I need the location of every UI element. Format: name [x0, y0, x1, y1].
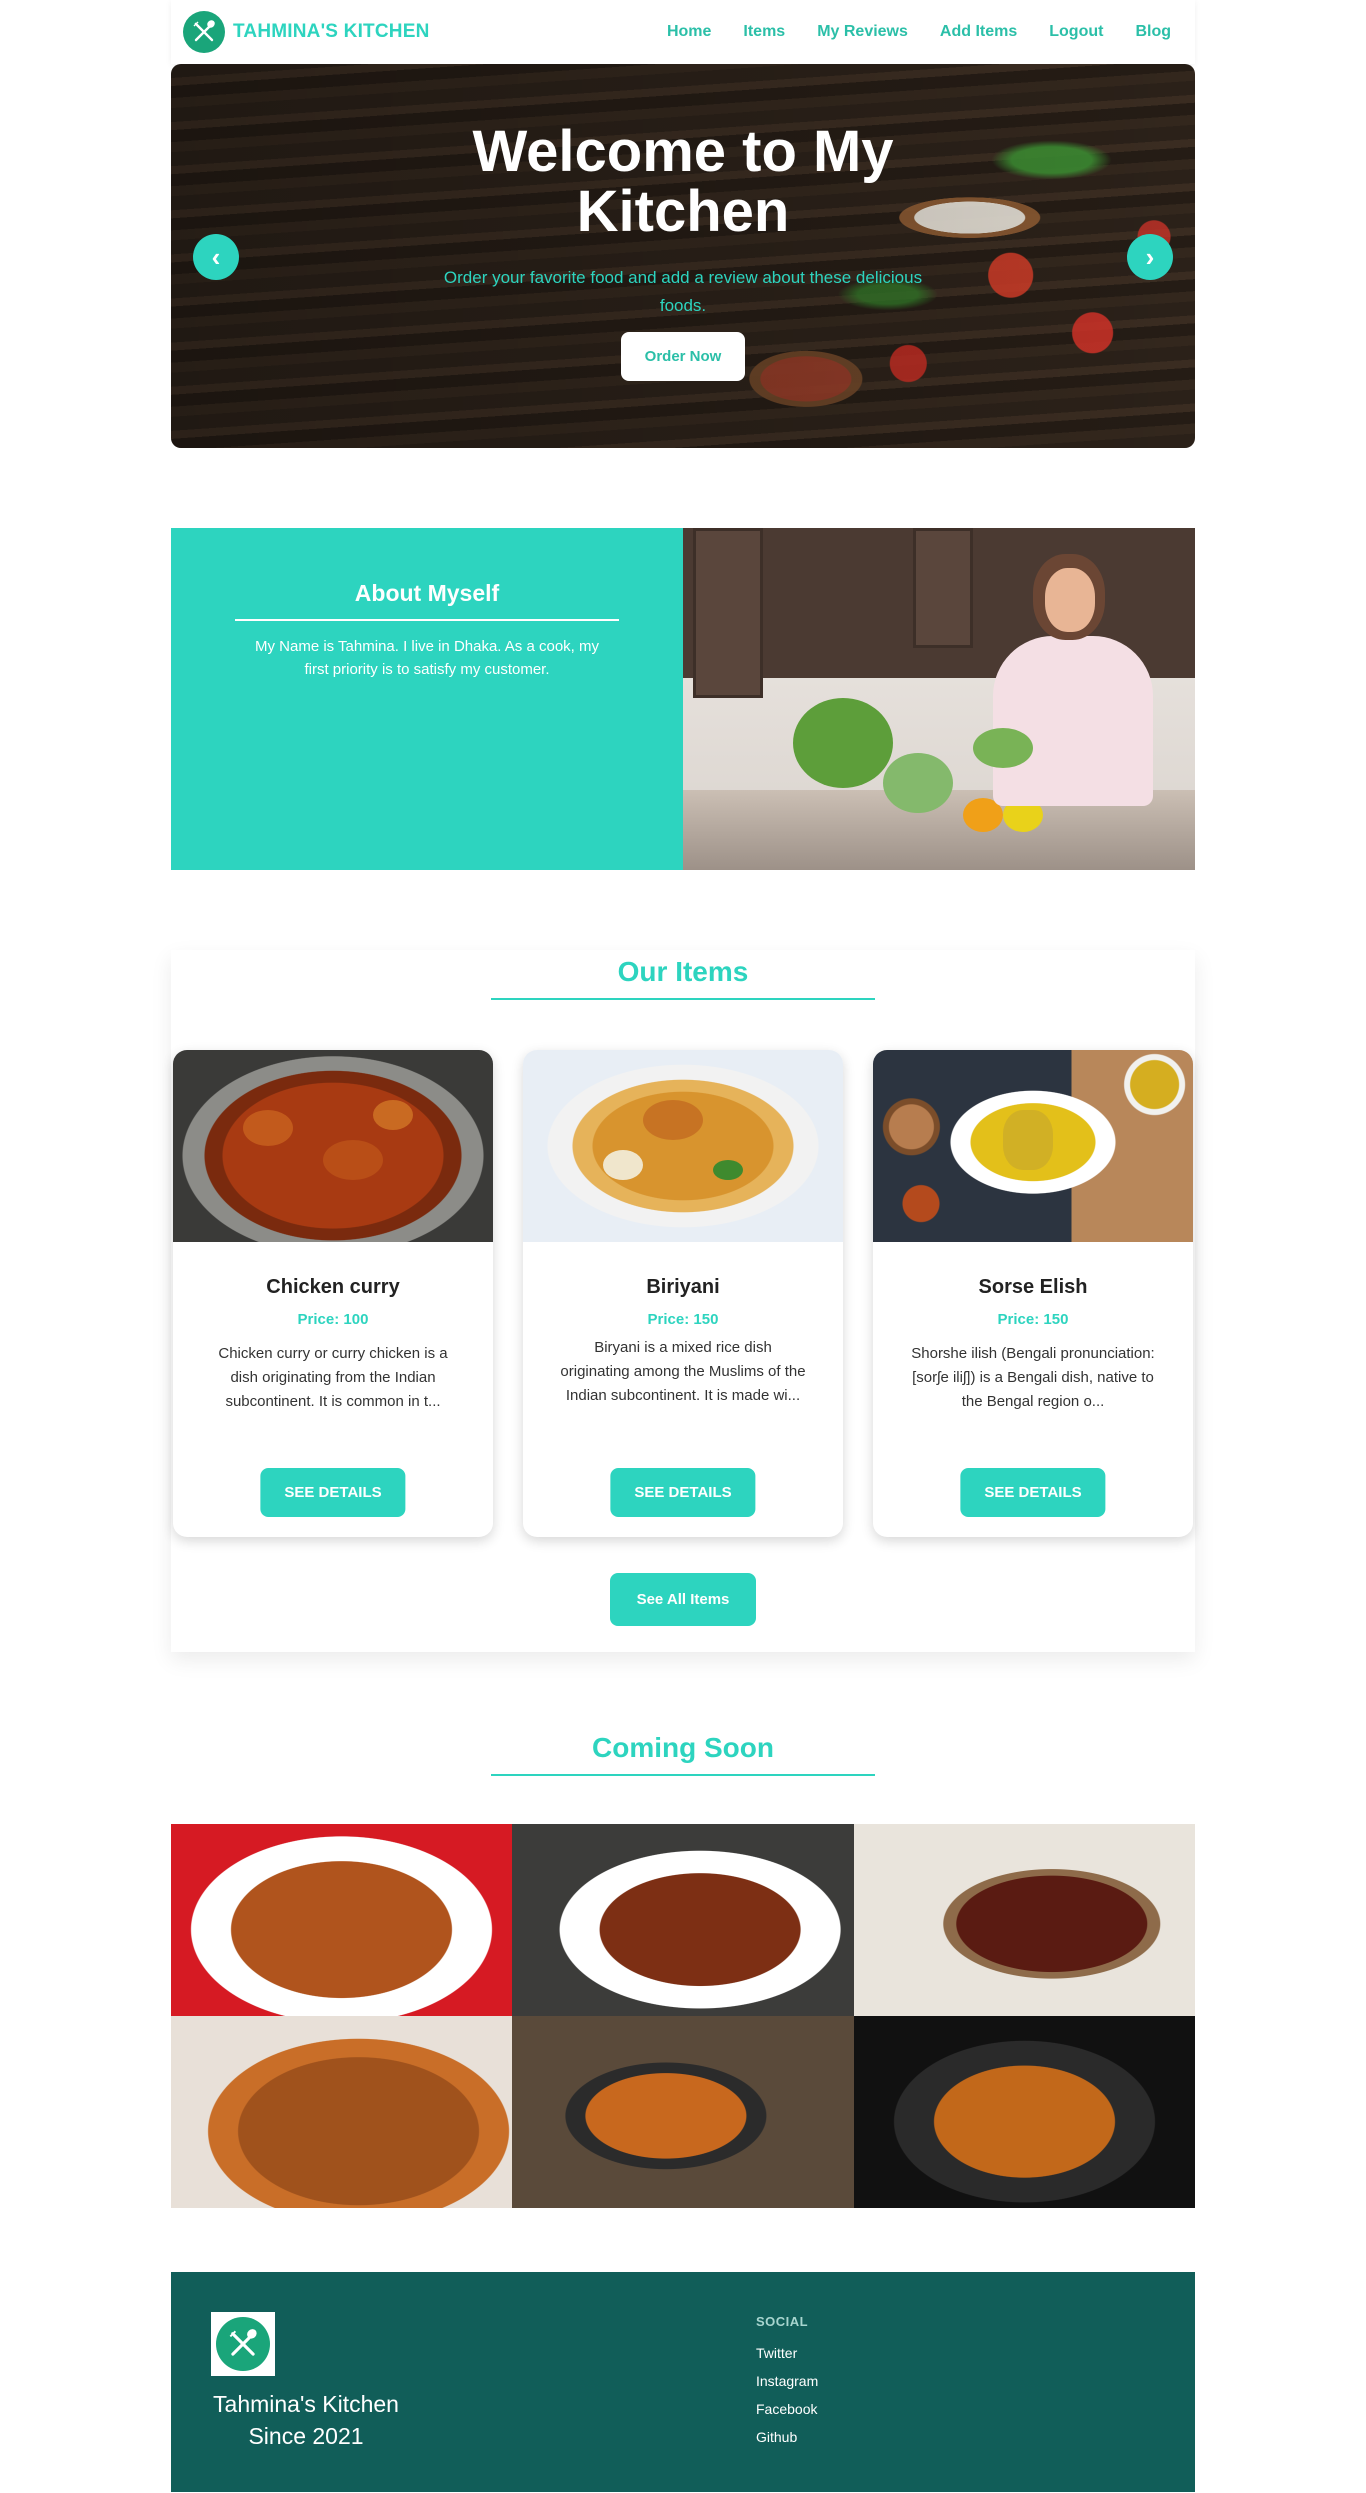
about-text: My Name is Tahmina. I live in Dhaka. As … — [254, 638, 600, 678]
nav-my-reviews[interactable]: My Reviews — [817, 23, 908, 41]
gallery-image — [171, 2016, 512, 2208]
chicken-curry-image — [173, 1050, 493, 1242]
footer-social: SOCIAL Twitter Instagram Facebook Github — [756, 2314, 818, 2457]
basil-plant — [793, 698, 893, 788]
nav-links: Home Items My Reviews Add Items Logout B… — [667, 23, 1183, 41]
brand-name: TAHMINA'S KITCHEN — [233, 21, 430, 42]
carousel-prev-button[interactable]: ‹ — [193, 234, 239, 280]
coming-soon-section: Coming Soon — [171, 1732, 1195, 2208]
about-panel: About Myself My Name is Tahmina. I live … — [171, 528, 683, 870]
hero-title: Welcome to My Kitchen — [472, 119, 894, 244]
sorse-elish-image — [873, 1050, 1193, 1242]
footer-brand: Tahmina's Kitchen Since 2021 — [211, 2388, 401, 2452]
footer-brand-since: Since 2021 — [248, 2423, 364, 2449]
footer: Tahmina's Kitchen Since 2021 SOCIAL Twit… — [171, 2272, 1195, 2492]
about-section: About Myself My Name is Tahmina. I live … — [171, 528, 1195, 870]
about-divider — [235, 619, 619, 621]
fork-spoon-logo-icon — [183, 11, 225, 53]
see-details-button[interactable]: SEE DETAILS — [960, 1468, 1106, 1517]
social-link-github[interactable]: Github — [756, 2429, 818, 2445]
chevron-right-icon: › — [1145, 241, 1155, 272]
chef-face — [1045, 568, 1095, 632]
nav-add-items[interactable]: Add Items — [940, 23, 1017, 41]
item-card: Biriyani Price: 150 Biryani is a mixed r… — [523, 1050, 843, 1537]
social-link-facebook[interactable]: Facebook — [756, 2401, 818, 2417]
nav-blog[interactable]: Blog — [1135, 23, 1171, 41]
brand-link[interactable]: TAHMINA'S KITCHEN — [183, 11, 430, 53]
coming-soon-divider — [491, 1774, 875, 1776]
item-card: Chicken curry Price: 100 Chicken curry o… — [173, 1050, 493, 1537]
hero-content: Welcome to My Kitchen Order your favorit… — [171, 122, 1195, 381]
lettuce — [973, 728, 1033, 768]
item-name: Sorse Elish — [978, 1276, 1088, 1298]
item-name: Chicken curry — [266, 1276, 400, 1298]
see-details-button[interactable]: SEE DETAILS — [260, 1468, 406, 1517]
gallery-image — [512, 1824, 854, 2016]
kitchen-cabinet — [913, 528, 973, 648]
about-title: About Myself — [354, 580, 500, 606]
item-name: Biriyani — [646, 1276, 720, 1298]
biriyani-image — [523, 1050, 843, 1242]
gallery-image — [854, 1824, 1195, 2016]
see-details-button[interactable]: SEE DETAILS — [610, 1468, 756, 1517]
chef-body — [993, 636, 1153, 806]
gallery-image — [854, 2016, 1195, 2208]
hero-carousel: Welcome to My Kitchen Order your favorit… — [171, 64, 1195, 448]
chef-photo — [683, 528, 1195, 870]
item-cards: Chicken curry Price: 100 Chicken curry o… — [171, 1050, 1195, 1537]
navbar: TAHMINA'S KITCHEN Home Items My Reviews … — [171, 0, 1195, 64]
item-description: Shorshe ilish (Bengali pronunciation: [s… — [911, 1345, 1155, 1410]
nav-items[interactable]: Items — [743, 23, 785, 41]
vegetables — [883, 753, 953, 813]
social-link-instagram[interactable]: Instagram — [756, 2373, 818, 2389]
our-items-section: Our Items Chicken curry Price: 100 Chick… — [171, 950, 1195, 1652]
our-items-title: Our Items — [617, 956, 749, 987]
kitchen-cabinet — [693, 528, 763, 698]
item-description: Chicken curry or curry chicken is a dish… — [218, 1345, 448, 1410]
footer-logo-icon — [211, 2312, 275, 2376]
carousel-next-button[interactable]: › — [1127, 234, 1173, 280]
see-all-items-button[interactable]: See All Items — [610, 1573, 756, 1626]
footer-brand-name: Tahmina's Kitchen — [213, 2391, 399, 2417]
item-card: Sorse Elish Price: 150 Shorshe ilish (Be… — [873, 1050, 1193, 1537]
item-price: Price: 100 — [297, 1311, 369, 1328]
gallery-image — [171, 1824, 512, 2016]
coming-soon-title: Coming Soon — [592, 1732, 774, 1763]
our-items-divider — [491, 998, 875, 1000]
order-now-button[interactable]: Order Now — [620, 332, 746, 381]
chevron-left-icon: ‹ — [211, 241, 221, 272]
item-price: Price: 150 — [647, 1311, 719, 1328]
item-description: Biryani is a mixed rice dish originating… — [560, 1339, 806, 1404]
nav-home[interactable]: Home — [667, 23, 711, 41]
hero-subtitle: Order your favorite food and add a revie… — [443, 268, 923, 315]
coming-soon-gallery — [171, 1824, 1195, 2208]
item-price: Price: 150 — [997, 1311, 1069, 1328]
gallery-image — [512, 2016, 854, 2208]
nav-logout[interactable]: Logout — [1049, 23, 1103, 41]
social-heading: SOCIAL — [756, 2314, 809, 2329]
social-link-twitter[interactable]: Twitter — [756, 2345, 818, 2361]
